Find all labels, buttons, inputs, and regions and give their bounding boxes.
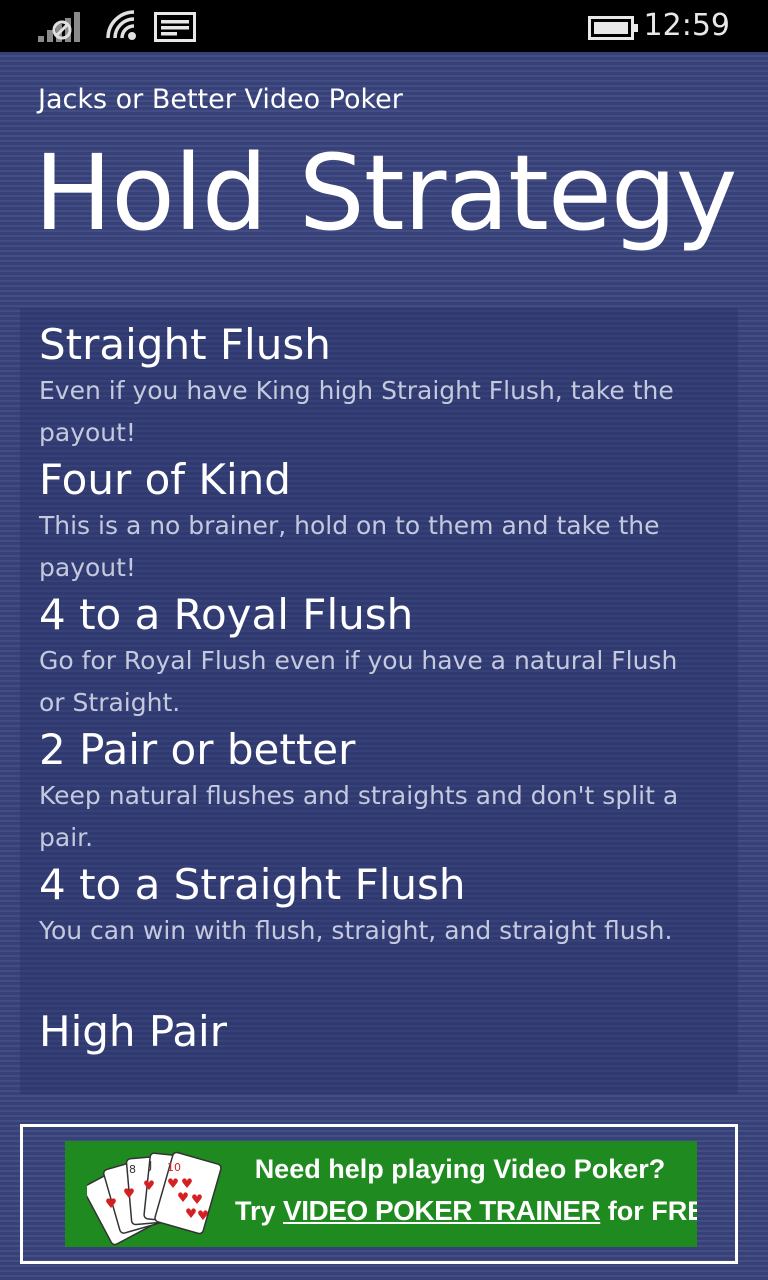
item-description: This is a no brainer, hold on to them an… [39,511,660,582]
wifi-icon [104,10,140,46]
battery-icon [588,16,640,44]
item-title: 4 to a Straight Flush [39,860,466,909]
ad-headline: Need help playing Video Poker? [254,1154,666,1184]
status-time: 12:59 [643,8,730,43]
message-icon [154,12,196,46]
signal-no-sim-icon [38,12,88,46]
status-bar: 12:59 [0,0,768,52]
ad-prefix: Try [235,1196,284,1226]
app-page: 12:59 Jacks or Better Video Poker Hold S… [0,0,768,1280]
item-title: 2 Pair or better [39,725,356,774]
ad-subline: Try VIDEO POKER TRAINER for FREE! [235,1189,697,1233]
page-title: Hold Strategy [34,132,737,254]
item-description: Go for Royal Flush even if you have a na… [39,646,678,717]
item-title: Four of Kind [39,455,291,504]
item-title: Straight Flush [39,320,331,369]
ad-text: Need help playing Video Poker? Try VIDEO… [235,1149,697,1233]
app-title: Jacks or Better Video Poker [38,84,403,115]
item-description: Keep natural flushes and straights and d… [39,781,679,852]
svg-text:8: 8 [129,1163,136,1176]
strategy-list[interactable]: Straight Flush Even if you have King hig… [20,308,738,1094]
item-description: You can win with flush, straight, and st… [39,916,673,945]
list-item: Straight Flush Even if you have King hig… [20,308,738,447]
playing-cards-icon: 8 J 10 [82,1143,227,1247]
list-item: Four of Kind This is a no brainer, hold … [20,443,738,582]
list-item: 4 to a Straight Flush You can win with f… [20,848,738,983]
item-title: 4 to a Royal Flush [39,590,414,639]
list-item: 2 Pair or better Keep natural flushes an… [20,713,738,852]
ad-suffix: for FREE! [607,1196,697,1226]
ad-frame: 8 J 10 Need help playing Video Poker? Tr… [20,1124,738,1264]
item-description: Even if you have King high Straight Flus… [39,376,674,447]
list-item: 4 to a Royal Flush Go for Royal Flush ev… [20,578,738,717]
svg-text:10: 10 [167,1161,181,1174]
svg-text:J: J [148,1159,152,1172]
list-item: High Pair [20,983,738,1094]
ad-link[interactable]: VIDEO POKER TRAINER [283,1195,601,1226]
item-title: High Pair [39,1007,227,1056]
ad-banner[interactable]: 8 J 10 Need help playing Video Poker? Tr… [65,1141,697,1247]
